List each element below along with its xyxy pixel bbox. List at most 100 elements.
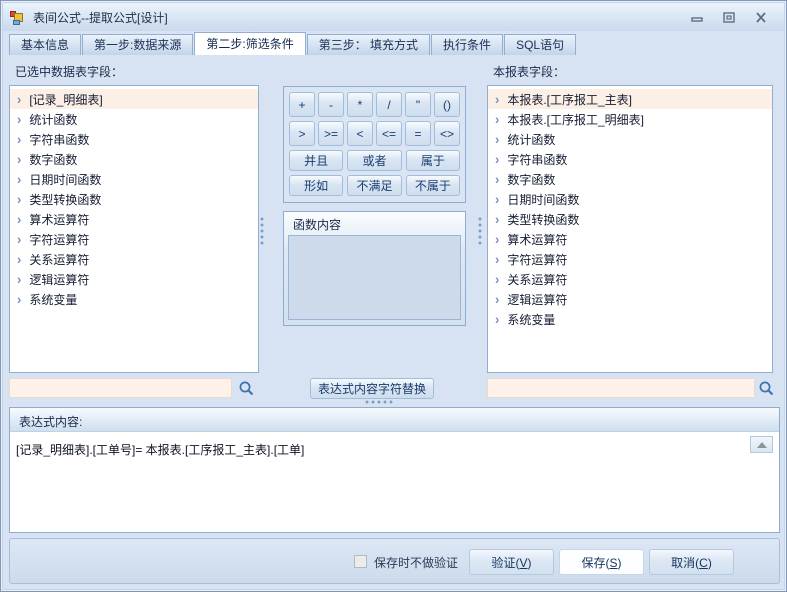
tree-item[interactable]: ›字符串函数 bbox=[488, 149, 772, 169]
chevron-right-icon[interactable]: › bbox=[17, 171, 21, 187]
operator-button[interactable]: 并且 bbox=[289, 150, 343, 171]
tree-item[interactable]: ›数字函数 bbox=[10, 149, 258, 169]
tree-item[interactable]: › 系统变量 bbox=[488, 309, 772, 329]
tree-item-label: 字符串函数 bbox=[29, 131, 89, 148]
tree-item[interactable]: ›类型转换函数 bbox=[488, 209, 772, 229]
tab-4[interactable]: 第三步： 填充方式 bbox=[307, 34, 430, 55]
validate-button[interactable]: 验证(V) bbox=[469, 549, 554, 575]
chevron-right-icon[interactable]: › bbox=[495, 271, 499, 287]
left-splitter-grip[interactable] bbox=[260, 217, 264, 245]
operator-button[interactable]: 或者 bbox=[347, 150, 401, 171]
chevron-right-icon[interactable]: › bbox=[17, 291, 21, 307]
operator-button[interactable]: () bbox=[434, 92, 460, 117]
expression-textarea[interactable]: [记录_明细表].[工单号]= 本报表.[工序报工_主表].[工单] bbox=[10, 433, 779, 532]
operator-button[interactable]: + bbox=[289, 92, 315, 117]
operator-button[interactable]: 不属于 bbox=[406, 175, 460, 196]
tree-item[interactable]: ›系统变量 bbox=[10, 289, 258, 309]
maximize-icon[interactable] bbox=[718, 9, 740, 25]
tree-item[interactable]: ›算术运算符 bbox=[488, 229, 772, 249]
tab-1[interactable]: 基本信息 bbox=[9, 34, 81, 55]
tab-3[interactable]: 第二步:筛选条件 bbox=[194, 32, 305, 55]
report-fields-tree[interactable]: ›本报表.[工序报工_主表]›本报表.[工序报工_明细表]›统计函数›字符串函数… bbox=[487, 85, 773, 373]
left-search-input[interactable] bbox=[9, 378, 232, 398]
tree-item[interactable]: ›关系运算符 bbox=[10, 249, 258, 269]
selected-datatable-fields-tree[interactable]: ›[记录_明细表]›统计函数›字符串函数›数字函数›日期时间函数›类型转换函数›… bbox=[9, 85, 259, 373]
expression-group: 表达式内容: [记录_明细表].[工单号]= 本报表.[工序报工_主表].[工单… bbox=[9, 407, 780, 533]
tree-item-label: 系统变量 bbox=[507, 311, 555, 328]
tree-item[interactable]: ›逻辑运算符 bbox=[10, 269, 258, 289]
chevron-right-icon[interactable]: › bbox=[495, 291, 499, 307]
operator-row: >>=<<==<> bbox=[289, 121, 460, 146]
cancel-button[interactable]: 取消(C) bbox=[649, 549, 734, 575]
chevron-right-icon[interactable]: › bbox=[495, 131, 499, 147]
operator-button[interactable]: 不满足 bbox=[347, 175, 401, 196]
chevron-right-icon[interactable]: › bbox=[495, 311, 499, 327]
operator-row: +-*/"() bbox=[289, 92, 460, 117]
minimize-icon[interactable] bbox=[686, 9, 708, 25]
tree-item[interactable]: ›日期时间函数 bbox=[488, 189, 772, 209]
operator-button[interactable]: 属于 bbox=[406, 150, 460, 171]
tree-item[interactable]: › 字符串函数 bbox=[10, 129, 258, 149]
operator-button[interactable]: < bbox=[347, 121, 373, 146]
operator-button[interactable]: " bbox=[405, 92, 431, 117]
tree-item[interactable]: ›逻辑运算符 bbox=[488, 289, 772, 309]
expression-replace-button[interactable]: 表达式内容字符替换 bbox=[310, 378, 434, 399]
form-icon bbox=[10, 9, 26, 25]
tree-item[interactable]: ›统计函数 bbox=[488, 129, 772, 149]
tree-item[interactable]: ›字符运算符 bbox=[488, 249, 772, 269]
right-search-input[interactable] bbox=[487, 378, 755, 398]
tree-item[interactable]: ›关系运算符 bbox=[488, 269, 772, 289]
skip-validation-checkbox[interactable] bbox=[354, 555, 367, 568]
operator-button[interactable]: = bbox=[405, 121, 431, 146]
chevron-right-icon[interactable]: › bbox=[495, 251, 499, 267]
search-icon[interactable] bbox=[758, 380, 775, 397]
save-button[interactable]: 保存(S) bbox=[559, 549, 644, 575]
right-splitter-grip[interactable] bbox=[478, 217, 482, 245]
tree-item[interactable]: ›统计函数 bbox=[10, 109, 258, 129]
chevron-right-icon[interactable]: › bbox=[17, 111, 21, 127]
chevron-right-icon[interactable]: › bbox=[17, 211, 21, 227]
operator-button[interactable]: <> bbox=[434, 121, 460, 146]
chevron-right-icon[interactable]: › bbox=[495, 191, 499, 207]
title-bar: 表间公式--提取公式[设计] bbox=[3, 3, 784, 31]
chevron-right-icon[interactable]: › bbox=[17, 191, 21, 207]
chevron-right-icon[interactable]: › bbox=[17, 91, 21, 107]
tree-item[interactable]: ›[记录_明细表] bbox=[10, 89, 258, 109]
collapse-up-icon[interactable] bbox=[750, 436, 773, 453]
tree-item[interactable]: ›类型转换函数 bbox=[10, 189, 258, 209]
chevron-right-icon[interactable]: › bbox=[495, 171, 499, 187]
chevron-right-icon[interactable]: › bbox=[495, 211, 499, 227]
chevron-right-icon[interactable]: › bbox=[495, 231, 499, 247]
operator-button[interactable]: >= bbox=[318, 121, 344, 146]
search-icon[interactable] bbox=[238, 380, 255, 397]
operator-button[interactable]: * bbox=[347, 92, 373, 117]
chevron-right-icon[interactable]: › bbox=[17, 131, 21, 147]
tree-item[interactable]: ›本报表.[工序报工_主表] bbox=[488, 89, 772, 109]
chevron-right-icon[interactable]: › bbox=[495, 111, 499, 127]
tab-5[interactable]: 执行条件 bbox=[431, 34, 503, 55]
expression-title: 表达式内容: bbox=[19, 413, 82, 430]
tree-item[interactable]: ›日期时间函数 bbox=[10, 169, 258, 189]
operator-button[interactable]: - bbox=[318, 92, 344, 117]
chevron-right-icon[interactable]: › bbox=[17, 231, 21, 247]
operator-button[interactable]: <= bbox=[376, 121, 402, 146]
chevron-right-icon[interactable]: › bbox=[17, 151, 21, 167]
tree-item-label: 字符运算符 bbox=[29, 231, 89, 248]
function-content-group: 函数内容 bbox=[283, 211, 466, 326]
chevron-right-icon[interactable]: › bbox=[495, 151, 499, 167]
chevron-right-icon[interactable]: › bbox=[17, 271, 21, 287]
tab-2[interactable]: 第一步:数据来源 bbox=[82, 34, 193, 55]
tree-item[interactable]: › 字符运算符 bbox=[10, 229, 258, 249]
footer-bar: 保存时不做验证 验证(V)保存(S)取消(C) bbox=[9, 538, 780, 584]
chevron-right-icon[interactable]: › bbox=[17, 251, 21, 267]
operator-button[interactable]: > bbox=[289, 121, 315, 146]
operator-button[interactable]: / bbox=[376, 92, 402, 117]
close-icon[interactable] bbox=[750, 9, 772, 25]
tab-6[interactable]: SQL语句 bbox=[504, 34, 576, 55]
operator-button[interactable]: 形如 bbox=[289, 175, 343, 196]
tree-item[interactable]: ›本报表.[工序报工_明细表] bbox=[488, 109, 772, 129]
tree-item[interactable]: ›数字函数 bbox=[488, 169, 772, 189]
chevron-right-icon[interactable]: › bbox=[495, 91, 499, 107]
tree-item[interactable]: ›算术运算符 bbox=[10, 209, 258, 229]
horizontal-splitter-grip[interactable] bbox=[365, 400, 393, 404]
